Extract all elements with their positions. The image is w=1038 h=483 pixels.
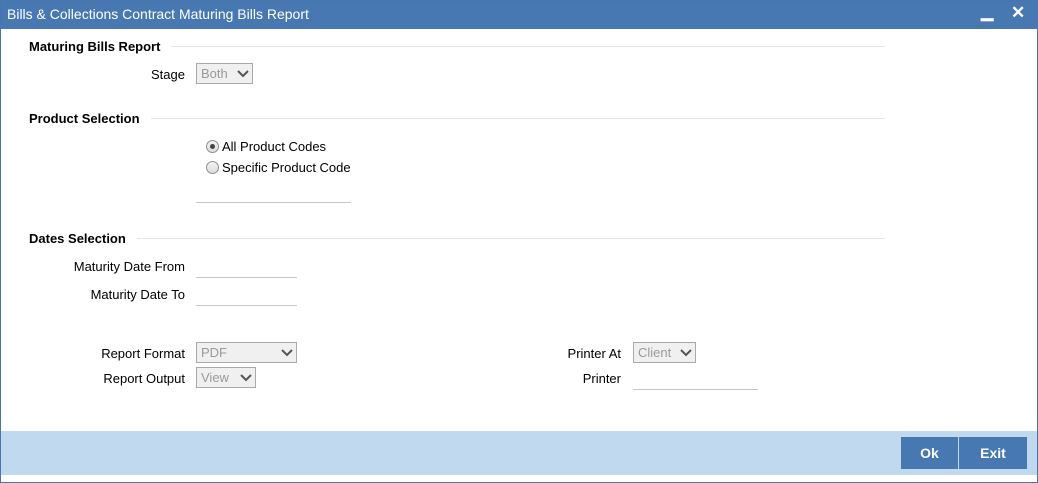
maturity-date-to-label: Maturity Date To [90, 287, 185, 302]
section-divider [151, 118, 885, 119]
all-product-codes-radio[interactable] [206, 140, 219, 153]
section-title-dates-selection: Dates Selection [29, 231, 126, 246]
window-title: Bills & Collections Contract Maturing Bi… [7, 6, 309, 22]
maturity-date-from-field[interactable] [196, 277, 297, 278]
printer-at-label: Printer At [567, 346, 621, 361]
chevron-down-icon [680, 349, 692, 357]
chevron-down-icon [237, 70, 249, 78]
specific-product-code-label: Specific Product Code [222, 160, 351, 175]
report-window: Bills & Collections Contract Maturing Bi… [0, 0, 1038, 483]
section-title-product-selection: Product Selection [29, 111, 140, 126]
maturity-date-from-label: Maturity Date From [73, 259, 185, 274]
report-output-value: View [201, 370, 229, 385]
ok-button[interactable]: Ok [901, 437, 958, 469]
report-format-select[interactable]: PDF [196, 342, 297, 363]
all-product-codes-label: All Product Codes [222, 139, 327, 154]
title-bar[interactable]: Bills & Collections Contract Maturing Bi… [1, 1, 1037, 29]
product-code-field[interactable] [196, 202, 351, 203]
report-format-value: PDF [201, 345, 227, 360]
section-divider [171, 46, 885, 47]
stage-label: Stage [151, 67, 185, 82]
specific-product-code-radio[interactable] [206, 161, 219, 174]
section-divider [137, 238, 885, 239]
close-icon[interactable]: ✕ [1011, 3, 1025, 23]
stage-select-value: Both [201, 66, 228, 81]
section-title-maturing-bills: Maturing Bills Report [29, 39, 161, 54]
chevron-down-icon [281, 349, 293, 357]
maturity-date-to-field[interactable] [196, 305, 297, 306]
minimize-icon[interactable]: ▁ [981, 3, 993, 23]
chevron-down-icon [240, 374, 252, 382]
report-format-label: Report Format [101, 346, 185, 361]
report-output-select[interactable]: View [196, 367, 256, 388]
printer-label: Printer [582, 371, 621, 386]
exit-button[interactable]: Exit [959, 437, 1027, 469]
printer-at-select[interactable]: Client [633, 342, 696, 363]
stage-select[interactable]: Both [196, 63, 253, 84]
printer-at-value: Client [638, 345, 672, 360]
report-output-label: Report Output [103, 371, 185, 386]
printer-field[interactable] [633, 389, 758, 390]
footer-bar [1, 431, 1037, 475]
